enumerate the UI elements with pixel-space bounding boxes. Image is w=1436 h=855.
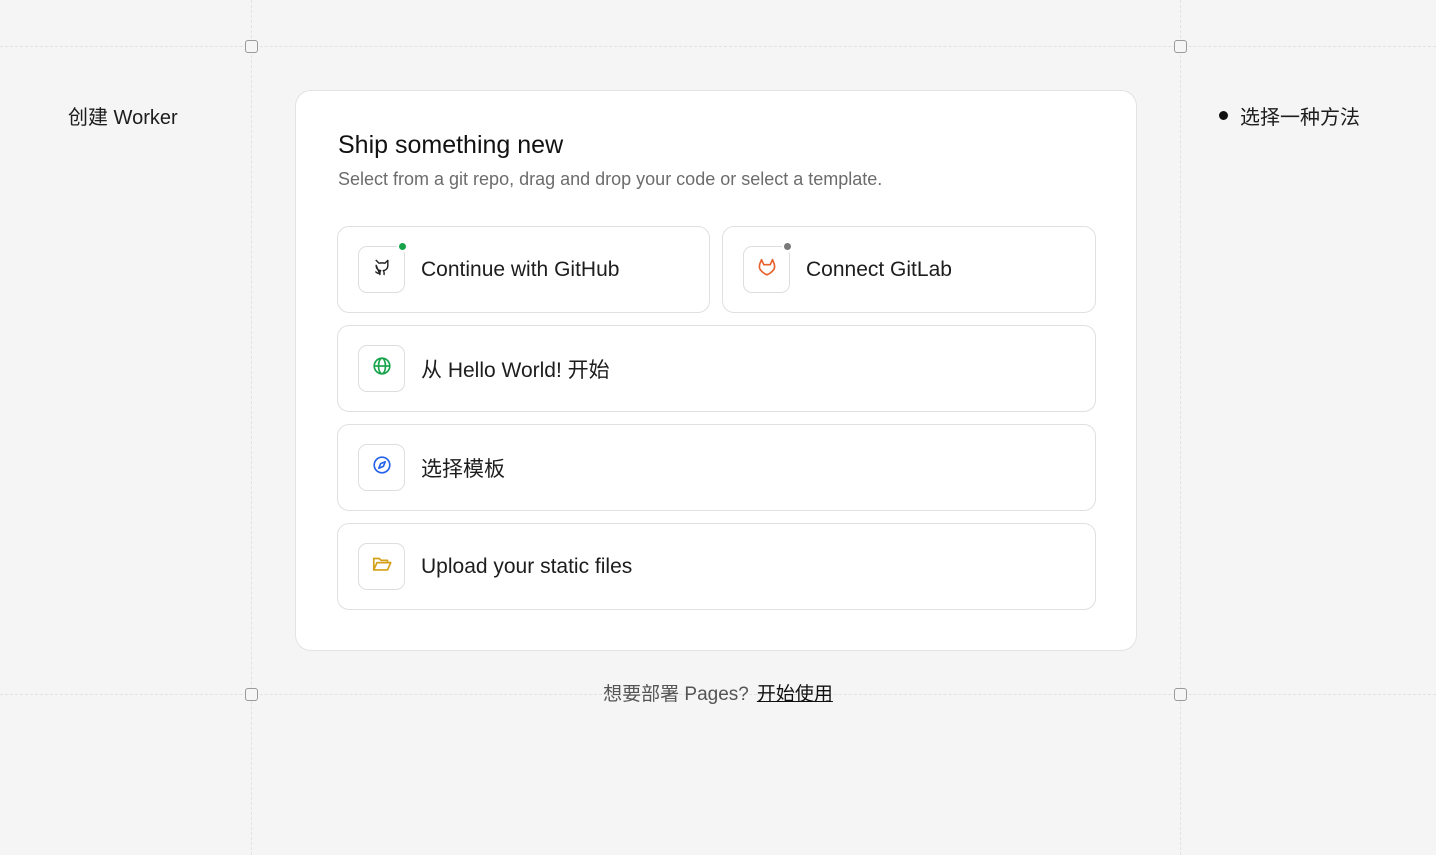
card-title: Ship something new: [338, 131, 564, 159]
github-icon-box: [358, 241, 408, 293]
gitlab-icon: [756, 256, 778, 283]
pages-footer: 想要部署 Pages? 开始使用: [0, 679, 1436, 706]
globe-icon: [371, 355, 393, 382]
card-subtitle: Select from a git repo, drag and drop yo…: [338, 169, 883, 189]
corner-handle-top-left: [245, 40, 258, 53]
gitlab-icon-box: [743, 241, 793, 293]
compass-icon-box: [358, 444, 405, 491]
template-label: 选择模板: [421, 457, 505, 481]
github-label: Continue with GitHub: [421, 257, 620, 281]
hello-world-button[interactable]: 从 Hello World! 开始: [337, 325, 1096, 412]
hello-world-label: 从 Hello World! 开始: [421, 358, 610, 382]
page-title: 创建 Worker: [68, 107, 178, 129]
connect-gitlab-button[interactable]: Connect GitLab: [722, 226, 1096, 313]
step-indicator: 选择一种方法: [1219, 101, 1360, 130]
guide-line-right: [1180, 0, 1181, 855]
gitlab-status-dot: [782, 241, 793, 252]
upload-static-files-button[interactable]: Upload your static files: [337, 523, 1096, 610]
compass-icon: [371, 454, 393, 481]
step-bullet: [1219, 111, 1228, 120]
upload-label: Upload your static files: [421, 554, 633, 578]
step-label: 选择一种方法: [1240, 107, 1360, 129]
folder-icon-box: [358, 543, 405, 590]
github-status-dot: [397, 241, 408, 252]
corner-handle-top-right: [1174, 40, 1187, 53]
page: 创建 Worker 选择一种方法 Ship something new Sele…: [0, 0, 1436, 855]
select-template-button[interactable]: 选择模板: [337, 424, 1096, 511]
pages-prompt: 想要部署 Pages?: [603, 684, 749, 705]
globe-icon-box: [358, 345, 405, 392]
gitlab-label: Connect GitLab: [806, 257, 952, 281]
ship-card: Ship something new Select from a git rep…: [295, 90, 1137, 651]
github-icon: [372, 257, 392, 282]
guide-line-top: [0, 46, 1436, 47]
guide-line-left: [251, 0, 252, 855]
continue-github-button[interactable]: Continue with GitHub: [337, 226, 710, 313]
folder-icon: [371, 553, 393, 580]
get-started-link[interactable]: 开始使用: [757, 684, 833, 705]
